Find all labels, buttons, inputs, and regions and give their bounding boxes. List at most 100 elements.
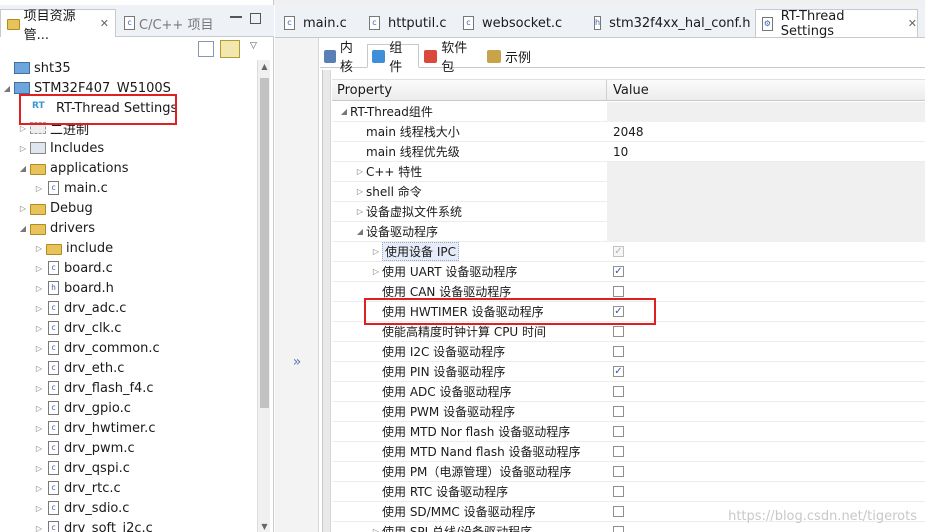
editor-tab[interactable]: c httputil.c	[363, 9, 453, 37]
settings-tab[interactable]: 组件	[367, 41, 419, 75]
property-row[interactable]: 使用 PM（电源管理）设备驱动程序	[332, 462, 925, 482]
tree-item[interactable]: ▷ include	[0, 238, 113, 258]
property-row[interactable]: ◢ 设备驱动程序	[332, 221, 925, 242]
property-value-text[interactable]: 10	[613, 145, 628, 159]
tree-item[interactable]: ▷ c drv_qspi.c	[0, 458, 130, 478]
collapsed-twisty-icon[interactable]: ▷	[34, 324, 44, 333]
tree-item[interactable]: ◢ applications	[0, 158, 129, 178]
collapsed-twisty-icon[interactable]: ▷	[370, 527, 382, 532]
collapsed-twisty-icon[interactable]: ▷	[34, 504, 44, 513]
tree-item[interactable]: ▷ c drv_flash_f4.c	[0, 378, 154, 398]
expanded-twisty-icon[interactable]: ◢	[354, 227, 366, 236]
property-row[interactable]: ◢ RT-Thread组件	[332, 101, 925, 122]
collapsed-twisty-icon[interactable]: ▷	[34, 244, 44, 253]
property-checkbox[interactable]	[613, 446, 624, 457]
collapsed-twisty-icon[interactable]: ▷	[34, 284, 44, 293]
property-row[interactable]: ▷ shell 命令	[332, 181, 925, 202]
column-header-property[interactable]: Property	[332, 80, 607, 100]
property-checkbox[interactable]	[613, 406, 624, 417]
minimize-button[interactable]	[230, 15, 242, 18]
tree-item[interactable]: ▷ c board.c	[0, 258, 113, 278]
editor-tab[interactable]: c websocket.c	[457, 9, 565, 37]
property-row[interactable]: 使用 I2C 设备驱动程序	[332, 342, 925, 362]
collapsed-twisty-icon[interactable]: ▷	[34, 364, 44, 373]
collapsed-twisty-icon[interactable]: ▷	[18, 204, 28, 213]
collapsed-twisty-icon[interactable]: ▷	[34, 424, 44, 433]
tree-item[interactable]: ▷ c drv_rtc.c	[0, 478, 121, 498]
tree-item[interactable]: ◢ drivers	[0, 218, 95, 238]
property-value-cell[interactable]: 2048	[607, 122, 925, 142]
property-row[interactable]: main 线程栈大小 2048	[332, 122, 925, 142]
property-checkbox[interactable]	[613, 526, 624, 532]
restore-chevron-icon[interactable]: »	[287, 354, 307, 374]
property-value-cell[interactable]	[607, 322, 925, 342]
tree-item[interactable]: ▷ c drv_adc.c	[0, 298, 127, 318]
collapsed-twisty-icon[interactable]: ▷	[34, 304, 44, 313]
collapsed-twisty-icon[interactable]: ▷	[34, 344, 44, 353]
property-row[interactable]: 使用 HWTIMER 设备驱动程序 ✓	[332, 302, 925, 322]
collapsed-twisty-icon[interactable]: ▷	[34, 444, 44, 453]
property-checkbox[interactable]	[613, 506, 624, 517]
tree-item[interactable]: ▷ c drv_pwm.c	[0, 438, 135, 458]
property-value-cell[interactable]	[607, 282, 925, 302]
tree-item[interactable]: ▷ c main.c	[0, 178, 108, 198]
scroll-down-arrow-icon[interactable]: ▼	[258, 522, 271, 532]
property-checkbox[interactable]: ✓	[613, 266, 624, 277]
tree-item[interactable]: ◢ STM32F407_W5100S	[0, 78, 171, 98]
editor-tab[interactable]: h stm32f4xx_hal_conf.h	[588, 9, 751, 37]
tree-item[interactable]: ▷ h board.h	[0, 278, 114, 298]
property-value-cell[interactable]	[607, 462, 925, 482]
property-checkbox[interactable]	[613, 386, 624, 397]
settings-tab[interactable]: 软件包	[420, 41, 482, 75]
property-checkbox[interactable]	[613, 326, 624, 337]
close-icon[interactable]: ✕	[908, 17, 917, 30]
tree-item[interactable]: ▷ 二进制	[0, 118, 89, 138]
expanded-twisty-icon[interactable]: ◢	[18, 164, 28, 173]
property-row[interactable]: 使能高精度时钟计算 CPU 时间	[332, 322, 925, 342]
tree-item[interactable]: ▷ c drv_clk.c	[0, 318, 121, 338]
collapsed-twisty-icon[interactable]: ▷	[18, 124, 28, 133]
property-checkbox[interactable]: ✓	[613, 366, 624, 377]
collapsed-twisty-icon[interactable]: ▷	[34, 404, 44, 413]
property-value-cell[interactable]: ✓	[607, 242, 925, 262]
settings-tab[interactable]: 示例	[483, 44, 535, 68]
property-checkbox[interactable]	[613, 486, 624, 497]
column-header-value[interactable]: Value	[607, 83, 649, 98]
property-row[interactable]: main 线程优先级 10	[332, 142, 925, 162]
collapsed-twisty-icon[interactable]: ▷	[18, 144, 28, 153]
property-row[interactable]: 使用 RTC 设备驱动程序	[332, 482, 925, 502]
property-row[interactable]: ▷ 使用设备 IPC ✓	[332, 242, 925, 262]
property-row[interactable]: 使用 CAN 设备驱动程序	[332, 282, 925, 302]
property-row[interactable]: 使用 MTD Nand flash 设备驱动程序	[332, 442, 925, 462]
property-value-text[interactable]: 2048	[613, 125, 644, 139]
collapsed-twisty-icon[interactable]: ▷	[34, 484, 44, 493]
property-checkbox[interactable]	[613, 466, 624, 477]
expanded-twisty-icon[interactable]: ◢	[2, 84, 12, 93]
property-checkbox[interactable]	[613, 346, 624, 357]
property-value-cell[interactable]	[607, 422, 925, 442]
collapsed-twisty-icon[interactable]: ▷	[34, 524, 44, 532]
property-value-cell[interactable]: ✓	[607, 262, 925, 282]
collapsed-twisty-icon[interactable]: ▷	[34, 264, 44, 273]
property-row[interactable]: 使用 PIN 设备驱动程序 ✓	[332, 362, 925, 382]
property-value-cell[interactable]	[607, 442, 925, 462]
property-value-cell[interactable]: ✓	[607, 362, 925, 382]
property-value-cell[interactable]	[607, 402, 925, 422]
tree-item[interactable]: ▷ Debug	[0, 198, 93, 218]
property-checkbox[interactable]	[613, 286, 624, 297]
link-with-editor-button[interactable]	[220, 40, 240, 58]
property-row[interactable]: 使用 PWM 设备驱动程序	[332, 402, 925, 422]
tree-item[interactable]: ▷ c drv_sdio.c	[0, 498, 130, 518]
property-row[interactable]: ▷ 设备虚拟文件系统	[332, 201, 925, 222]
collapsed-twisty-icon[interactable]: ▷	[354, 187, 366, 196]
property-row[interactable]: 使用 MTD Nor flash 设备驱动程序	[332, 422, 925, 442]
tree-item[interactable]: ▷ c drv_eth.c	[0, 358, 124, 378]
collapsed-twisty-icon[interactable]: ▷	[34, 184, 44, 193]
property-value-cell[interactable]	[607, 342, 925, 362]
tree-item[interactable]: ▷ c drv_common.c	[0, 338, 160, 358]
collapsed-twisty-icon[interactable]: ▷	[354, 207, 366, 216]
property-row[interactable]: 使用 ADC 设备驱动程序	[332, 382, 925, 402]
collapsed-twisty-icon[interactable]: ▷	[370, 247, 382, 256]
property-value-cell[interactable]	[607, 482, 925, 502]
tree-item[interactable]: sht35	[0, 58, 71, 78]
